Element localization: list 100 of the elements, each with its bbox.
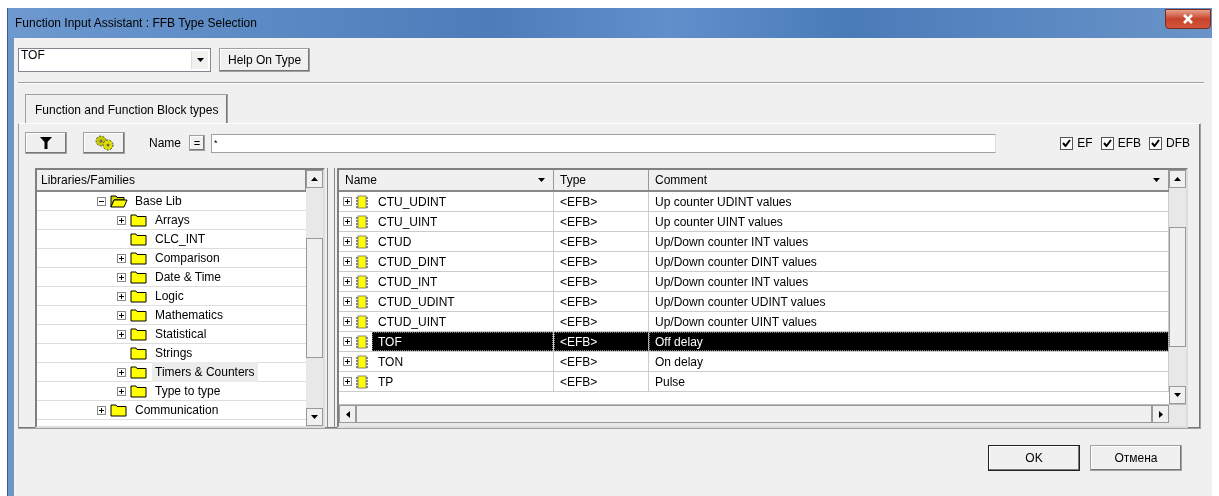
table-cell[interactable]: CTUD_INT xyxy=(372,272,553,291)
type-combo[interactable]: TOF xyxy=(18,48,211,72)
left-arrow-icon xyxy=(345,410,350,418)
dialog-button[interactable]: OK xyxy=(988,445,1080,471)
down-arrow-icon xyxy=(1174,393,1181,397)
table-cell[interactable]: TON xyxy=(372,352,553,371)
tree-item[interactable]: Type to type xyxy=(152,381,224,401)
table-cell[interactable]: CTUD_DINT xyxy=(372,252,553,271)
column-header[interactable]: Libraries/Families xyxy=(37,170,306,192)
caret-icon xyxy=(538,178,545,182)
scroll-up-button[interactable] xyxy=(1169,170,1186,188)
scroll-thumb[interactable] xyxy=(1169,227,1186,347)
table-cell: <EFB> xyxy=(554,372,649,391)
tree-item[interactable]: Base Lib xyxy=(132,191,185,211)
tree-item[interactable]: Arrays xyxy=(152,210,193,230)
block-icon xyxy=(355,194,369,209)
tree-item[interactable]: CLC_INT xyxy=(152,229,208,249)
tab[interactable]: Function and Function Block types xyxy=(25,94,229,123)
table-cell[interactable]: TP xyxy=(372,372,553,391)
expand-icon xyxy=(343,377,352,386)
caret-icon xyxy=(196,58,204,62)
table-cell: <EFB> xyxy=(554,352,649,371)
dialog-button[interactable]: Отмена xyxy=(1090,445,1182,471)
right-arrow-icon xyxy=(1158,410,1163,418)
caret-icon xyxy=(1153,178,1160,182)
checkbox[interactable] xyxy=(1100,136,1114,150)
table-cell: <EFB> xyxy=(554,292,649,311)
expand-icon xyxy=(343,257,352,266)
block-icon xyxy=(355,274,369,289)
table-cell[interactable]: CTUD_UDINT xyxy=(372,292,553,311)
expand-icon xyxy=(343,277,352,286)
folder-icon xyxy=(130,365,148,379)
tree-item[interactable]: Timers & Counters xyxy=(152,362,258,382)
settings-button[interactable] xyxy=(83,132,125,154)
checkbox-label: EF xyxy=(1077,135,1093,152)
tree-item[interactable]: Logic xyxy=(152,286,187,306)
folder-icon xyxy=(130,232,148,246)
scroll-thumb[interactable] xyxy=(356,405,1152,423)
block-icon xyxy=(355,234,369,249)
expand-icon xyxy=(343,237,352,246)
scroll-down-button[interactable] xyxy=(306,408,323,426)
check-icon xyxy=(1062,139,1072,147)
folder-icon xyxy=(130,270,148,284)
folder-icon xyxy=(110,403,128,417)
table-cell[interactable]: TOF xyxy=(372,332,553,351)
folder-icon xyxy=(130,213,148,227)
column-header[interactable]: Name xyxy=(339,170,554,190)
filter-button[interactable] xyxy=(25,132,67,154)
folder-icon xyxy=(130,308,148,322)
table-cell[interactable]: CTUD_UINT xyxy=(372,312,553,331)
close-icon xyxy=(1182,13,1194,24)
block-icon xyxy=(355,254,369,269)
help-button[interactable]: Help On Type xyxy=(219,48,311,72)
scroll-right-button[interactable] xyxy=(1152,405,1169,423)
checkbox[interactable] xyxy=(1060,136,1074,150)
block-icon xyxy=(355,314,369,329)
gears-icon xyxy=(93,135,115,151)
expand-icon xyxy=(343,337,352,346)
column-title: Comment xyxy=(655,172,707,189)
block-icon xyxy=(355,374,369,389)
scroll-thumb[interactable] xyxy=(306,238,323,358)
table-cell: <EFB> xyxy=(554,232,649,251)
operator-button[interactable]: = xyxy=(189,135,205,151)
scroll-down-button[interactable] xyxy=(1169,386,1186,404)
block-icon xyxy=(355,294,369,309)
block-icon xyxy=(355,214,369,229)
folder-icon xyxy=(130,346,148,360)
column-title: Name xyxy=(345,172,377,189)
tree-item[interactable]: Mathematics xyxy=(152,305,227,325)
column-title: Type xyxy=(560,172,586,189)
checkbox-label: EFB xyxy=(1117,135,1141,152)
block-icon xyxy=(355,334,369,349)
table-cell: <EFB> xyxy=(554,312,649,331)
expand-icon xyxy=(343,217,352,226)
block-icon xyxy=(355,354,369,369)
up-arrow-icon xyxy=(311,177,318,181)
filter-icon xyxy=(40,137,52,149)
table-cell: <EFB> xyxy=(554,332,649,351)
close-button[interactable] xyxy=(1165,8,1211,29)
tree-item[interactable]: Communication xyxy=(132,400,222,420)
scroll-up-button[interactable] xyxy=(306,170,323,188)
column-header[interactable]: Type xyxy=(554,170,649,190)
window-title: Function Input Assistant : FFB Type Selection xyxy=(15,15,257,32)
up-arrow-icon xyxy=(1174,177,1181,181)
table-cell[interactable]: CTUD xyxy=(372,232,553,251)
table-cell[interactable]: CTU_UDINT xyxy=(372,192,553,211)
table-cell[interactable]: CTU_UINT xyxy=(372,212,553,231)
tree-item[interactable]: Date & Time xyxy=(152,267,225,287)
tree-item[interactable]: Comparison xyxy=(152,248,223,268)
checkbox-label: DFB xyxy=(1166,135,1190,152)
folder-icon xyxy=(130,327,148,341)
tree-item[interactable]: Statistical xyxy=(152,324,210,344)
folder-icon xyxy=(130,251,148,265)
scroll-left-button[interactable] xyxy=(339,405,356,423)
open-folder-icon xyxy=(110,194,128,208)
table-cell: <EFB> xyxy=(554,272,649,291)
expand-icon xyxy=(343,317,352,326)
name-field[interactable]: * xyxy=(211,133,996,153)
checkbox[interactable] xyxy=(1149,136,1162,150)
tree-item[interactable]: Strings xyxy=(152,343,196,363)
